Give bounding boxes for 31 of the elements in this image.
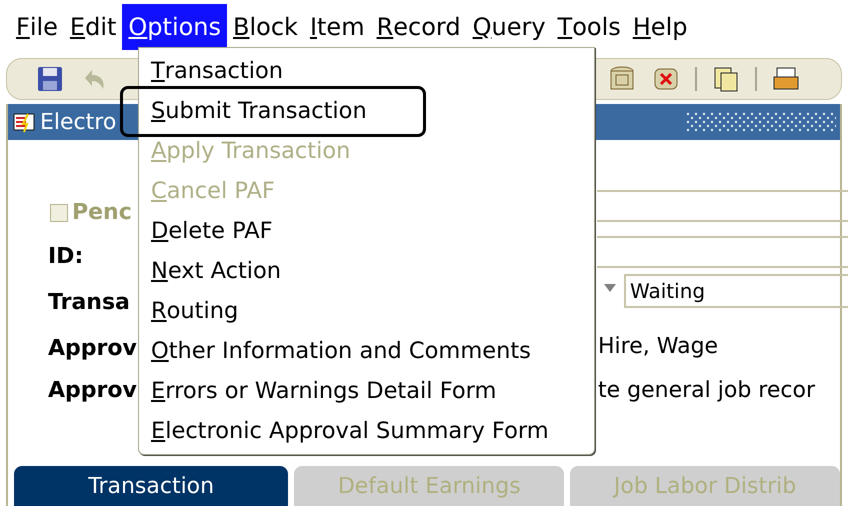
tab[interactable]: Transaction: [14, 466, 288, 506]
field-value: te general job recor: [598, 377, 815, 405]
menu-option[interactable]: Electronic Approval Summary Form: [151, 419, 549, 445]
input-field[interactable]: [597, 190, 848, 222]
menu-item[interactable]: Edit: [64, 4, 122, 50]
menu-item[interactable]: Options: [122, 4, 228, 50]
input-field[interactable]: [597, 236, 848, 268]
checkbox[interactable]: [50, 204, 68, 222]
field-value: Hire, Wage: [598, 333, 718, 361]
menu-item[interactable]: Record: [370, 4, 467, 50]
menu-item[interactable]: Tools: [552, 4, 627, 50]
field-label: Transa: [48, 289, 130, 317]
save-icon[interactable]: [35, 64, 65, 94]
menu-item[interactable]: Help: [626, 4, 694, 50]
menu-option[interactable]: Next Action: [151, 259, 282, 285]
checkbox-label: Penc: [72, 199, 132, 227]
field-label: Approv: [48, 377, 137, 405]
menu-option[interactable]: Errors or Warnings Detail Form: [151, 379, 496, 405]
menu-option[interactable]: Transaction: [151, 59, 284, 85]
menu-option[interactable]: Other Information and Comments: [151, 339, 531, 365]
menu-item[interactable]: File: [10, 4, 64, 50]
menu-item[interactable]: Query: [466, 4, 552, 50]
field-label: ID:: [48, 243, 84, 271]
menu-option[interactable]: Submit Transaction: [151, 99, 367, 125]
window-title: Electro: [40, 108, 116, 136]
status-field[interactable]: Waiting: [624, 274, 848, 308]
menu-option[interactable]: Routing: [151, 299, 238, 325]
menu-item[interactable]: Item: [304, 4, 371, 50]
menu-option[interactable]: Delete PAF: [151, 219, 273, 245]
field-label: Approv: [48, 335, 137, 363]
menu-item[interactable]: Block: [227, 4, 304, 50]
